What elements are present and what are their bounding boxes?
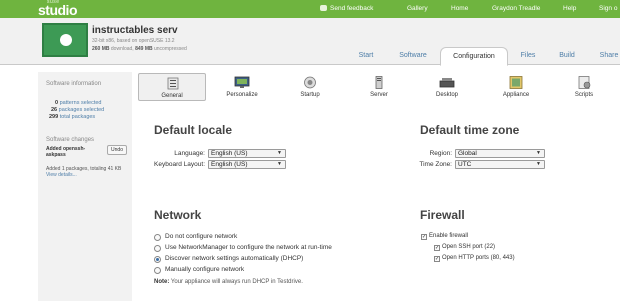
change-added-label: Added openssh-askpass xyxy=(46,146,86,158)
dropdown-arrow-icon: ▼ xyxy=(277,161,282,167)
region-label: Region: xyxy=(429,150,452,157)
network-option-label[interactable]: Discover network settings automatically … xyxy=(165,255,303,262)
nav-user[interactable]: Graydon Treadle xyxy=(492,0,540,18)
nav-help[interactable]: Help xyxy=(563,0,576,18)
enable-firewall-label[interactable]: Enable firewall xyxy=(429,233,468,239)
open-ssh-checkbox[interactable]: ✓ xyxy=(434,245,440,251)
view-details-link[interactable]: View details... xyxy=(46,172,77,178)
dropdown-arrow-icon: ▼ xyxy=(277,150,282,156)
language-select[interactable]: English (US) ▼ xyxy=(208,149,286,158)
dropdown-arrow-icon: ▼ xyxy=(536,161,541,167)
open-ssh-label[interactable]: Open SSH port (22) xyxy=(442,244,495,250)
total-packages-link[interactable]: 299 total packages xyxy=(49,114,95,120)
nav-send-feedback[interactable]: Send feedback xyxy=(330,0,373,18)
network-option-label[interactable]: Manually configure network xyxy=(165,266,244,273)
network-option-radio-selected[interactable] xyxy=(154,256,161,263)
enable-firewall-checkbox[interactable]: ✓ xyxy=(421,234,427,240)
tab-build[interactable]: Build xyxy=(552,47,582,65)
general-icon xyxy=(167,77,179,90)
appliance-title: instructables serv xyxy=(92,25,178,36)
top-bar: suse studio Send feedback Gallery Home G… xyxy=(0,0,620,18)
network-option-label[interactable]: Use NetworkManager to configure the netw… xyxy=(165,244,332,251)
config-tab-label: Scripts xyxy=(574,92,594,98)
tab-start[interactable]: Start xyxy=(348,47,384,65)
region-select[interactable]: Global ▼ xyxy=(455,149,545,158)
default-locale-heading: Default locale xyxy=(154,123,233,137)
startup-icon xyxy=(304,76,316,89)
default-time-zone-heading: Default time zone xyxy=(420,123,520,137)
personalize-icon xyxy=(234,76,250,88)
dropdown-arrow-icon: ▼ xyxy=(536,150,541,156)
nav-sign-out[interactable]: Sign o xyxy=(599,0,617,18)
software-changes-heading: Software changes xyxy=(46,137,95,143)
network-option-radio[interactable] xyxy=(154,267,161,274)
appliance-size: 260 MB download, 849 MB uncompressed xyxy=(92,46,187,52)
time-zone-select[interactable]: UTC ▼ xyxy=(455,160,545,169)
config-tab-label: Startup xyxy=(300,92,320,98)
appliance-tab-icon xyxy=(509,76,523,89)
keyboard-layout-select[interactable]: English (US) ▼ xyxy=(208,160,286,169)
network-option-radio[interactable] xyxy=(154,234,161,241)
tab-configuration[interactable]: Configuration xyxy=(440,47,508,66)
software-info-heading: Software information xyxy=(46,81,102,87)
open-http-checkbox[interactable]: ✓ xyxy=(434,256,440,262)
config-tab-label: Personalize xyxy=(226,92,258,98)
tab-share[interactable]: Share xyxy=(594,47,620,65)
config-tab-general[interactable]: General xyxy=(138,73,206,101)
config-tab-desktop[interactable]: Desktop xyxy=(413,73,481,101)
appliance-logo-mark xyxy=(60,34,72,46)
nav-gallery[interactable]: Gallery xyxy=(407,0,428,18)
patterns-selected-link[interactable]: 0 patterns selected xyxy=(55,100,101,106)
undo-button[interactable]: Undo xyxy=(107,145,127,155)
config-tab-startup[interactable]: Startup xyxy=(276,73,344,101)
tab-software[interactable]: Software xyxy=(390,47,436,65)
network-note: Note: Your appliance will always run DHC… xyxy=(154,279,303,285)
config-tab-label: General xyxy=(161,93,183,99)
network-option-radio[interactable] xyxy=(154,245,161,252)
config-tab-personalize[interactable]: Personalize xyxy=(208,73,276,101)
config-tab-label: Server xyxy=(370,92,388,98)
server-icon xyxy=(375,76,383,89)
open-http-label[interactable]: Open HTTP ports (80, 443) xyxy=(442,255,515,261)
language-label: Language: xyxy=(174,150,205,157)
config-tab-scripts[interactable]: Scripts xyxy=(550,73,618,101)
keyboard-layout-label: Keyboard Layout: xyxy=(154,161,205,168)
firewall-heading: Firewall xyxy=(420,208,465,222)
config-tab-appliance[interactable]: Appliance xyxy=(482,73,550,101)
appliance-base: 32-bit x86, based on openSUSE 13.2 xyxy=(92,38,175,44)
config-tab-server[interactable]: Server xyxy=(345,73,413,101)
feedback-icon xyxy=(320,5,327,11)
desktop-icon xyxy=(439,78,455,88)
time-zone-label: Time Zone: xyxy=(419,161,452,168)
config-tab-label: Desktop xyxy=(435,92,458,98)
packages-selected-link[interactable]: 26 packages selected xyxy=(51,107,104,113)
config-tab-label: Appliance xyxy=(502,92,530,98)
appliance-icon xyxy=(42,23,88,57)
tab-files[interactable]: Files xyxy=(514,47,542,65)
network-heading: Network xyxy=(154,208,202,222)
network-option-label[interactable]: Do not configure network xyxy=(165,233,237,240)
nav-home[interactable]: Home xyxy=(451,0,468,18)
scripts-icon xyxy=(578,76,591,89)
